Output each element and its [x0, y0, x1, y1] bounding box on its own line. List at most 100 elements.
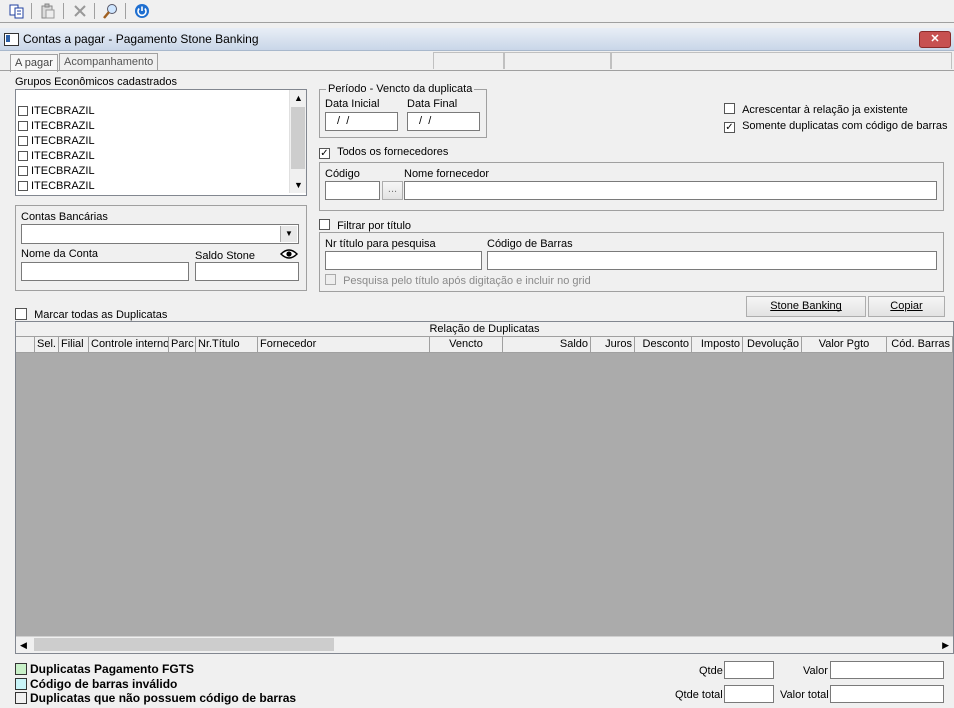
chevron-up-icon[interactable]: ▲ — [294, 93, 303, 103]
checkbox[interactable] — [18, 136, 28, 146]
list-item-label: ITECBRAZIL — [31, 135, 95, 147]
pesquisa-titulo-label: Pesquisa pelo título após digitação e in… — [343, 275, 591, 287]
filtrar-titulo-checkbox[interactable]: Filtrar por título — [319, 218, 411, 232]
column-header[interactable]: Sel. — [35, 337, 59, 352]
chevron-left-icon[interactable]: ◀ — [20, 640, 27, 651]
search-icon[interactable] — [102, 2, 120, 20]
tab-slot — [503, 52, 612, 69]
window-icon — [4, 33, 19, 46]
marcar-todas-checkbox[interactable]: Marcar todas as Duplicatas — [15, 306, 167, 321]
checkbox[interactable] — [18, 106, 28, 116]
column-header[interactable]: Juros — [591, 337, 635, 352]
list-item[interactable]: ITECBRAZIL — [18, 119, 95, 134]
list-item[interactable]: ITECBRAZIL — [18, 134, 95, 149]
scrollbar-thumb[interactable] — [291, 107, 305, 169]
tab-slot — [433, 52, 505, 69]
codigo-input[interactable] — [325, 181, 380, 200]
chevron-down-icon[interactable]: ▼ — [280, 226, 297, 242]
close-button[interactable]: ✕ — [919, 31, 951, 48]
column-header[interactable]: Controle interno — [89, 337, 169, 352]
checkbox[interactable] — [18, 166, 28, 176]
checkbox[interactable] — [15, 308, 27, 320]
copiar-button[interactable]: Copiar — [868, 296, 945, 317]
contas-select[interactable]: ▼ — [21, 224, 299, 244]
saldo-stone-input[interactable] — [195, 262, 299, 281]
valor-label: Valor — [803, 665, 828, 677]
stone-banking-label: Stone Banking — [770, 300, 842, 312]
column-header[interactable]: Vencto — [430, 337, 503, 352]
data-inicial-label: Data Inicial — [325, 98, 380, 110]
column-header[interactable]: Devolução — [743, 337, 802, 352]
codigo-barras-label: Código de Barras — [487, 238, 573, 250]
checkbox-checked[interactable]: ✓ — [319, 148, 330, 159]
somente-checkbox[interactable]: ✓ Somente duplicatas com código de barra… — [724, 120, 948, 133]
todos-fornecedores-checkbox[interactable]: ✓ Todos os fornecedores — [319, 146, 448, 159]
column-header[interactable]: Valor Pgto — [802, 337, 887, 352]
checkbox[interactable] — [18, 121, 28, 131]
codigo-barras-input[interactable] — [487, 251, 937, 270]
legend-swatch-sem-codigo — [15, 692, 27, 704]
list-item-label: ITECBRAZIL — [31, 120, 95, 132]
column-header[interactable]: Nr.Título — [196, 337, 258, 352]
scrollbar[interactable]: ▲ ▼ — [289, 90, 306, 193]
qtde-label: Qtde — [699, 665, 723, 677]
column-header[interactable]: Fornecedor — [258, 337, 430, 352]
checkbox[interactable] — [18, 151, 28, 161]
periodo-legend: Período - Vencto da duplicata — [326, 83, 475, 95]
pesquisa-titulo-checkbox[interactable]: Pesquisa pelo título após digitação e in… — [325, 273, 591, 287]
legend-label-invalido: Código de barras inválido — [30, 677, 178, 691]
column-header[interactable]: Saldo — [503, 337, 591, 352]
nome-fornecedor-input[interactable] — [404, 181, 937, 200]
list-item-label: ITECBRAZIL — [31, 105, 95, 117]
list-item[interactable]: ITECBRAZIL — [18, 179, 95, 194]
legend-swatch-fgts — [15, 663, 27, 675]
duplicatas-grid[interactable]: Relação de Duplicatas Sel. Filial Contro… — [15, 321, 954, 654]
marcar-todas-label: Marcar todas as Duplicatas — [34, 309, 168, 321]
data-inicial-input[interactable]: / / — [325, 112, 398, 131]
horizontal-scrollbar[interactable]: ◀ ▶ — [16, 636, 953, 653]
valor-total-label: Valor total — [780, 689, 829, 701]
lookup-button[interactable]: ... — [382, 181, 403, 200]
nome-fornecedor-label: Nome fornecedor — [404, 168, 489, 180]
stone-banking-button[interactable]: Stone Banking — [746, 296, 866, 317]
data-final-input[interactable]: / / — [407, 112, 480, 131]
toolbar — [0, 0, 954, 23]
column-header[interactable]: Desconto — [635, 337, 692, 352]
list-item[interactable]: ITECBRAZIL — [18, 149, 95, 164]
column-header[interactable]: Imposto — [692, 337, 743, 352]
filtrar-titulo-label: Filtrar por título — [337, 220, 412, 232]
column-header[interactable]: Parc — [169, 337, 196, 352]
acrescentar-checkbox[interactable]: Acrescentar à relação ja existente — [724, 102, 908, 116]
checkbox-checked[interactable]: ✓ — [724, 122, 735, 133]
chevron-right-icon[interactable]: ▶ — [942, 640, 949, 651]
scrollbar-thumb[interactable] — [34, 638, 334, 651]
list-item[interactable]: ITECBRAZIL — [18, 164, 95, 179]
list-item-label: ITECBRAZIL — [31, 180, 95, 192]
power-icon[interactable] — [133, 2, 151, 20]
column-header-rowselector — [16, 337, 35, 352]
contas-label: Contas Bancárias — [21, 211, 108, 223]
list-item[interactable]: ITECBRAZIL — [18, 104, 95, 119]
paste-icon[interactable] — [39, 2, 57, 20]
nome-conta-input[interactable] — [21, 262, 189, 281]
somente-label: Somente duplicatas com código de barras — [742, 120, 948, 132]
delete-icon[interactable] — [71, 2, 89, 20]
legend-label-sem-codigo: Duplicatas que não possuem código de bar… — [30, 691, 297, 705]
column-header[interactable]: Filial — [59, 337, 89, 352]
nome-conta-label: Nome da Conta — [21, 248, 99, 260]
checkbox[interactable] — [724, 103, 735, 114]
tab-slot — [610, 52, 952, 69]
qtde-field — [724, 661, 774, 679]
nr-titulo-input[interactable] — [325, 251, 482, 270]
chevron-down-icon[interactable]: ▼ — [294, 180, 303, 190]
eye-icon[interactable] — [279, 248, 299, 263]
checkbox[interactable] — [18, 181, 28, 191]
checkbox[interactable] — [325, 274, 336, 285]
copy-icon[interactable] — [8, 2, 26, 20]
grupos-label: Grupos Econômicos cadastrados — [15, 76, 178, 88]
column-header[interactable]: Cód. Barras — [887, 337, 953, 352]
copiar-label: Copiar — [890, 300, 923, 312]
tab-acompanhamento[interactable]: Acompanhamento — [59, 53, 159, 71]
checkbox[interactable] — [319, 219, 330, 230]
grupos-list[interactable]: ITECBRAZIL ITECBRAZIL ITECBRAZIL ITECBRA… — [15, 89, 307, 196]
